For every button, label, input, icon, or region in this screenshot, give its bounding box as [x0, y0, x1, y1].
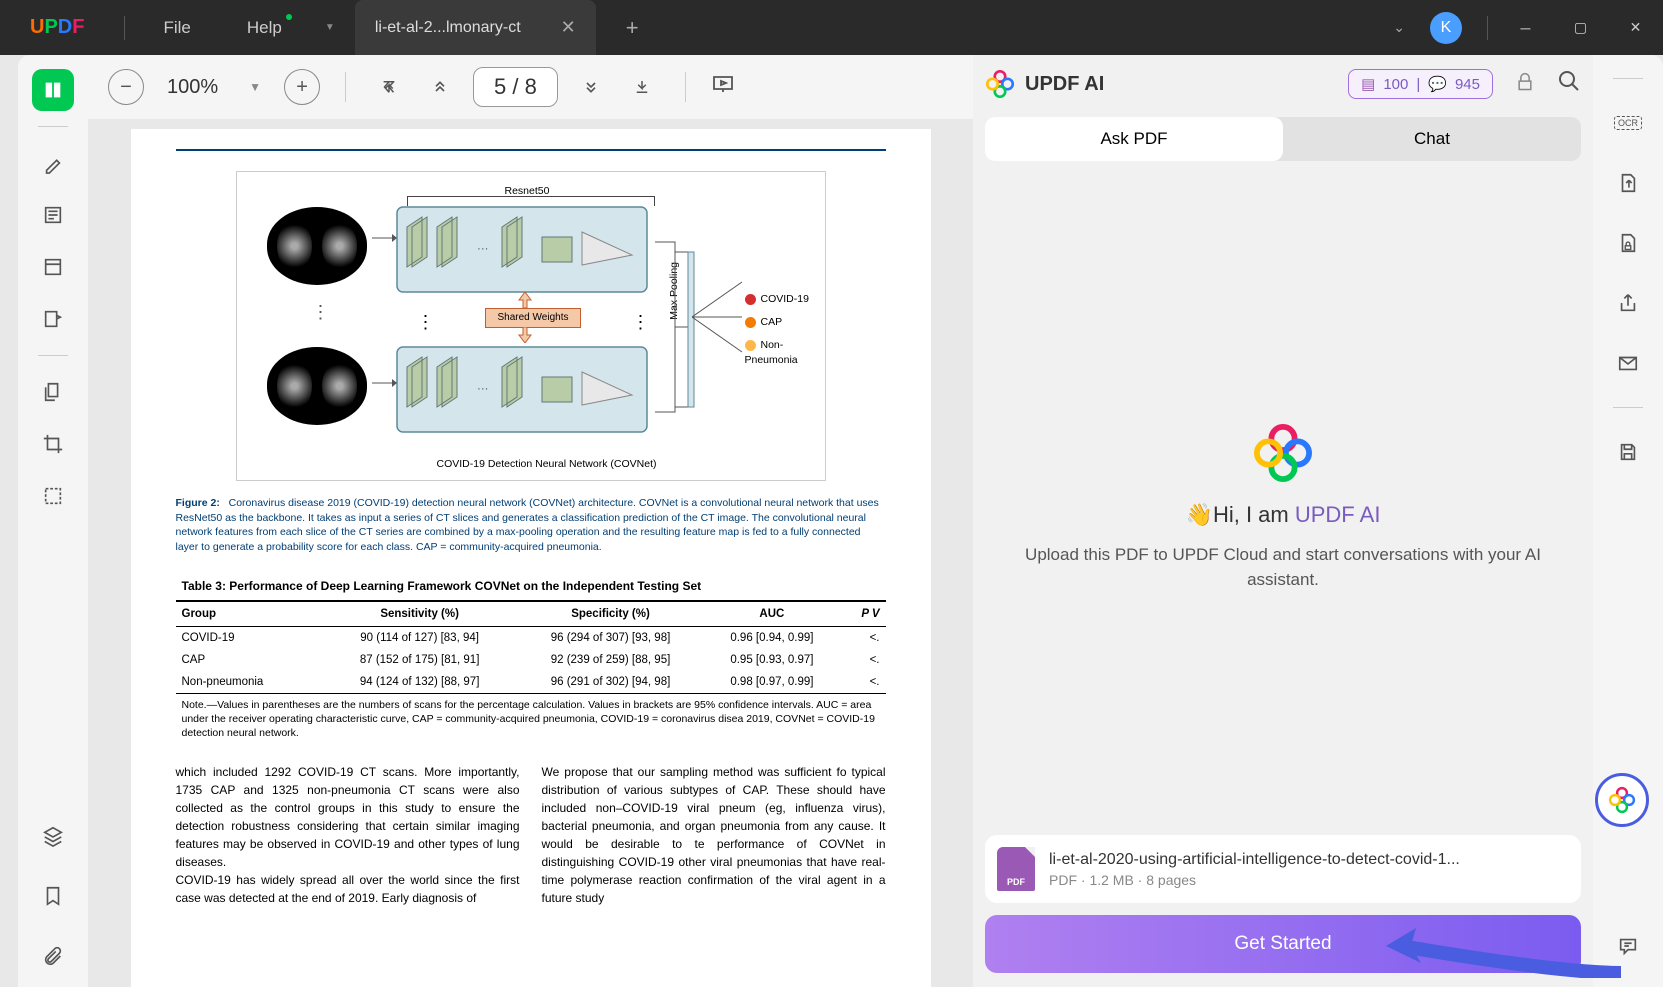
email-icon[interactable]: [1607, 342, 1649, 384]
ai-panel: UPDF AI ▤100 | 💬945 Ask PDF Chat 👋Hi, I …: [973, 55, 1593, 987]
redact-tool[interactable]: [32, 475, 74, 517]
tab-ask-pdf[interactable]: Ask PDF: [985, 117, 1283, 161]
close-button[interactable]: ✕: [1608, 0, 1663, 55]
pdf-file-icon: PDF: [997, 847, 1035, 891]
zoom-out-button[interactable]: −: [108, 69, 144, 105]
window-dropdown-icon[interactable]: ⌄: [1383, 19, 1415, 36]
get-started-button[interactable]: Get Started: [985, 915, 1581, 973]
top-toolbar: − 100% ▼ + 5 / 8: [88, 55, 973, 119]
ai-panel-title: UPDF AI: [1025, 73, 1338, 96]
edit-text-tool[interactable]: [32, 194, 74, 236]
svg-text:···: ···: [477, 243, 489, 255]
zoom-level[interactable]: 100%: [159, 76, 226, 99]
table-row: Non-pneumonia94 (124 of 132) [88, 97]96 …: [176, 671, 886, 694]
ocr-icon[interactable]: OCR: [1607, 102, 1649, 144]
last-page-button[interactable]: [624, 69, 660, 105]
prev-page-button[interactable]: [422, 69, 458, 105]
updf-ai-big-logo-icon: [1254, 424, 1312, 482]
convert-icon[interactable]: [1607, 162, 1649, 204]
menu-file[interactable]: File: [135, 18, 218, 38]
ai-description: Upload this PDF to UPDF Cloud and start …: [1023, 542, 1543, 593]
protect-icon[interactable]: [1607, 222, 1649, 264]
titlebar: UPDF File Help ▼ li-et-al-2...lmonary-ct…: [0, 0, 1663, 55]
reader-tool[interactable]: [32, 69, 74, 111]
tab-list-dropdown[interactable]: ▼: [310, 8, 350, 48]
tab-chat[interactable]: Chat: [1283, 117, 1581, 161]
zoom-dropdown-icon[interactable]: ▼: [241, 80, 269, 94]
document-viewport[interactable]: Resnet50 ⋮ ··· ··· Shared Weights ⋮ ⋮ Ma…: [88, 119, 973, 987]
file-meta: PDF · 1.2 MB · 8 pages: [1049, 872, 1460, 888]
table-3: Table 3: Performance of Deep Learning Fr…: [176, 575, 886, 744]
presentation-button[interactable]: [711, 72, 735, 102]
ai-file-card[interactable]: PDF li-et-al-2020-using-artificial-intel…: [985, 835, 1581, 903]
bookmark-icon[interactable]: [32, 875, 74, 917]
menu-help[interactable]: Help: [219, 18, 310, 38]
ai-credits-badge[interactable]: ▤100 | 💬945: [1348, 69, 1493, 99]
lock-icon[interactable]: [1515, 72, 1535, 97]
highlight-tool[interactable]: [32, 142, 74, 184]
svg-text:···: ···: [477, 383, 489, 395]
table-row: COVID-1990 (114 of 127) [83, 94]96 (294 …: [176, 626, 886, 649]
layers-icon[interactable]: [32, 815, 74, 857]
next-page-button[interactable]: [573, 69, 609, 105]
document-tab[interactable]: li-et-al-2...lmonary-ct ✕: [355, 0, 596, 55]
body-text: which included 1292 COVID-19 CT scans. M…: [176, 763, 886, 907]
new-tab-button[interactable]: +: [616, 5, 649, 51]
page-layout-tool[interactable]: [32, 246, 74, 288]
ai-greeting: 👋Hi, I am UPDF AI: [1186, 502, 1381, 528]
page-indicator[interactable]: 5 / 8: [473, 67, 558, 107]
first-page-button[interactable]: [371, 69, 407, 105]
search-icon[interactable]: [1557, 69, 1581, 99]
user-avatar[interactable]: K: [1430, 12, 1462, 44]
updf-ai-logo-icon: [985, 69, 1015, 99]
crop-tool[interactable]: [32, 423, 74, 465]
app-logo: UPDF: [0, 16, 114, 39]
ai-tabs: Ask PDF Chat: [985, 117, 1581, 161]
comment-icon[interactable]: [1607, 925, 1649, 967]
pages-tool[interactable]: [32, 371, 74, 413]
right-toolbar: OCR: [1593, 55, 1663, 987]
figure-caption: Figure 2: Coronavirus disease 2019 (COVI…: [176, 496, 886, 555]
minimize-button[interactable]: ─: [1498, 0, 1553, 55]
table-row: CAP87 (152 of 175) [81, 91]92 (239 of 25…: [176, 649, 886, 671]
tab-close-icon[interactable]: ✕: [561, 17, 576, 38]
ai-floating-button[interactable]: [1595, 773, 1649, 827]
figure-2: Resnet50 ⋮ ··· ··· Shared Weights ⋮ ⋮ Ma…: [236, 171, 826, 481]
attachment-icon[interactable]: [32, 935, 74, 977]
file-name: li-et-al-2020-using-artificial-intellige…: [1049, 851, 1460, 869]
maximize-button[interactable]: ▢: [1553, 0, 1608, 55]
tab-title: li-et-al-2...lmonary-ct: [375, 19, 521, 37]
save-icon[interactable]: [1607, 431, 1649, 473]
pdf-page: Resnet50 ⋮ ··· ··· Shared Weights ⋮ ⋮ Ma…: [131, 129, 931, 987]
form-tool[interactable]: [32, 298, 74, 340]
share-icon[interactable]: [1607, 282, 1649, 324]
zoom-in-button[interactable]: +: [284, 69, 320, 105]
